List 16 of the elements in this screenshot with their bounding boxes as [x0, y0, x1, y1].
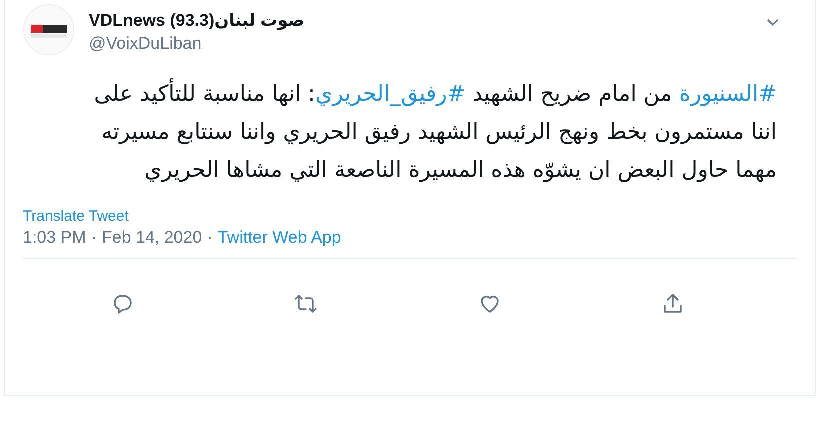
- reply-icon: [111, 292, 135, 316]
- translate-link[interactable]: Translate Tweet: [23, 208, 129, 225]
- user-handle[interactable]: @VoixDuLiban: [89, 34, 751, 54]
- tweet-text: #السنيورة من امام ضريح الشهيد #رفيق_الحريري: انها مناسبة للتأكيد على اننا مستمرون بخط ونهج الرئيس الشهيد رفيق الحريري واننا سنتابع مسيرته مهما حاول البعض ان يشوّه هذه المسيرة الناصعة التي مشاها الحريري: [83, 76, 777, 190]
- separator-dot: ·: [207, 228, 213, 248]
- source-link[interactable]: Twitter Web App: [218, 228, 342, 248]
- reply-button[interactable]: [111, 292, 135, 316]
- hashtag-link[interactable]: #رفيق_الحريري: [315, 82, 466, 107]
- tweet-date: Feb 14, 2020: [102, 228, 202, 248]
- display-name[interactable]: VDLnews (93.3)صوت لبنان: [89, 11, 751, 31]
- hashtag-link[interactable]: #السنيورة: [679, 82, 777, 107]
- avatar-logo-icon: [23, 4, 75, 56]
- tweet-time: 1:03 PM: [23, 228, 86, 248]
- retweet-icon: [294, 292, 318, 316]
- retweet-button[interactable]: [294, 292, 318, 316]
- separator-dot: ·: [91, 228, 97, 248]
